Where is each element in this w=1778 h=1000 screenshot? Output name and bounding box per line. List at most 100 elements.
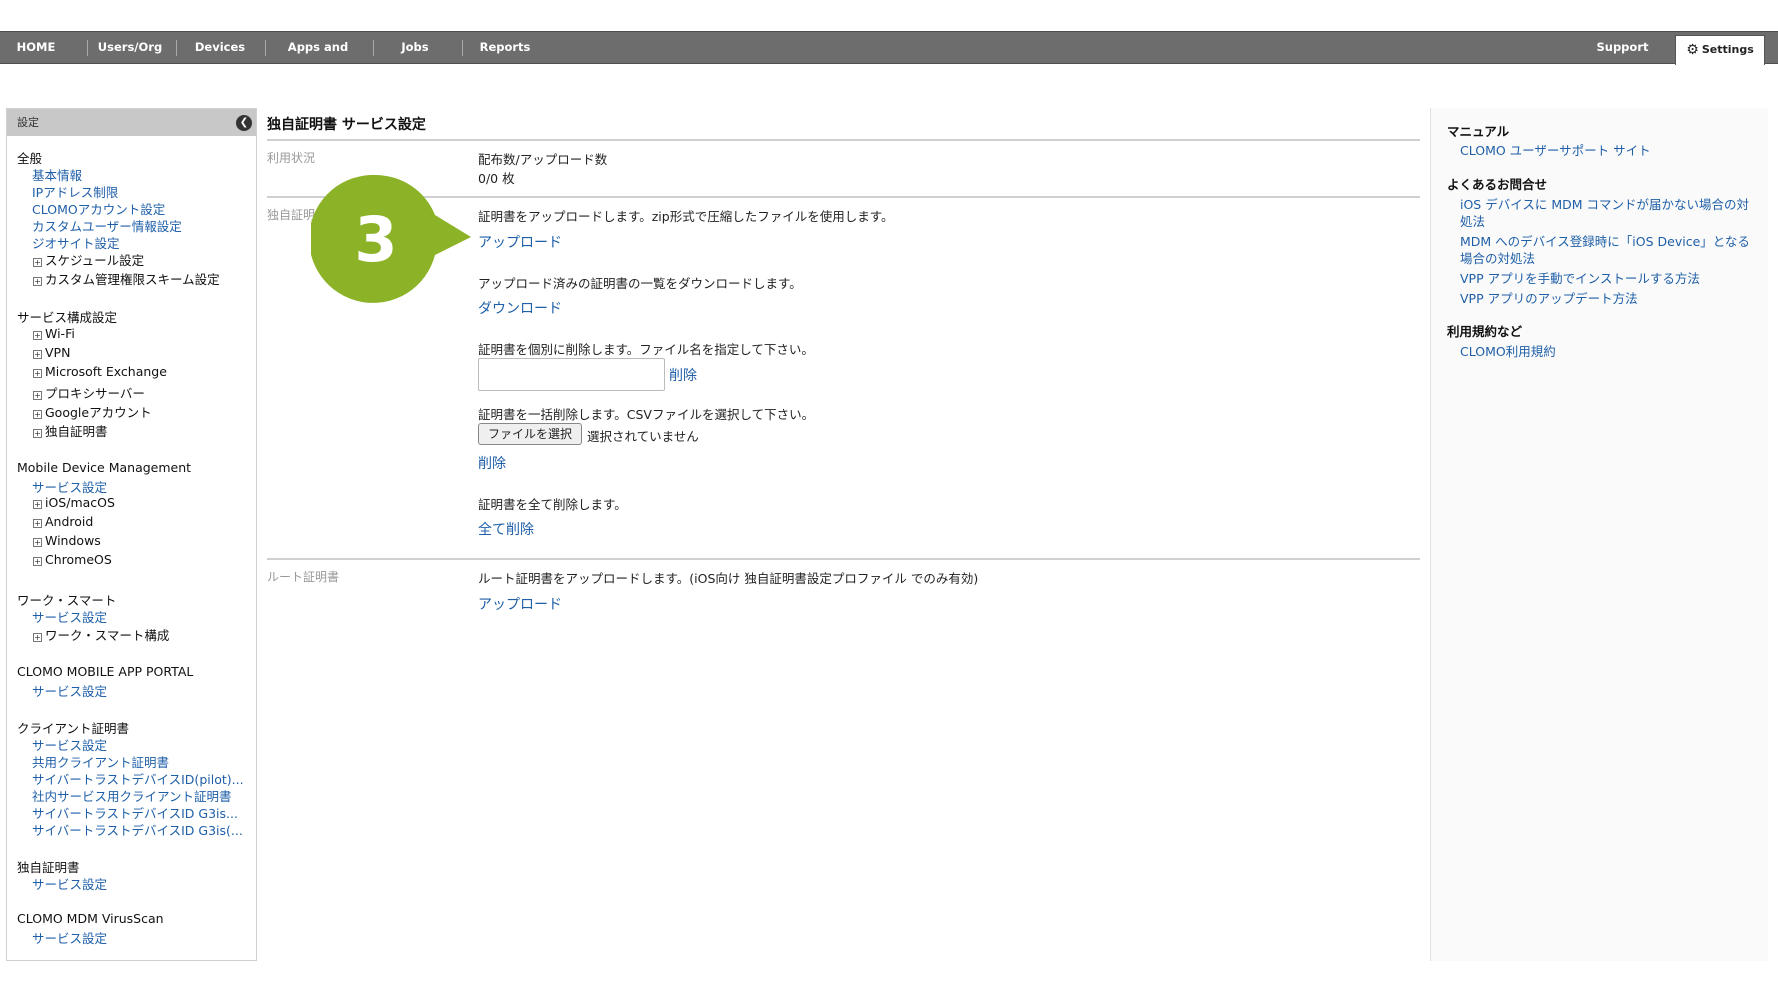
expand-plus-icon: + [33,331,42,340]
sidebar-link-work-smart-service[interactable]: サービス設定 [32,607,107,626]
step-badge-number: 3 [354,203,397,276]
sidebar-item-label: カスタム管理権限スキーム設定 [45,272,220,287]
nav-reports[interactable]: Reports [470,32,540,63]
expand-plus-icon: + [33,410,42,419]
choose-file-button[interactable]: ファイルを選択 [478,423,582,445]
sidebar-link-own-cert-service[interactable]: サービス設定 [32,874,107,893]
nav-users-org[interactable]: Users/Org [90,32,170,63]
sidebar-item-label: ワーク・スマート構成 [45,628,170,643]
sidebar-item-work-smart-config[interactable]: + ワーク・スマート構成 [33,625,169,644]
sidebar-item-label: Android [45,514,94,529]
expand-plus-icon: + [33,538,42,547]
sidebar-item-label: スケジュール設定 [45,253,145,268]
faq-link-mdm-command[interactable]: iOS デバイスに MDM コマンドが届かない場合の対処法 [1460,196,1760,230]
sidebar-item-label: Windows [45,533,101,548]
upload-description: 証明書をアップロードします。zip形式で圧縮したファイルを使用します。 [478,209,894,224]
sidebar-section-app-portal: CLOMO MOBILE APP PORTAL [17,664,194,679]
expand-plus-icon: + [33,258,42,267]
file-status: 選択されていません [587,429,699,444]
delete-all-description: 証明書を全て削除します。 [478,497,627,512]
manual-heading: マニュアル [1447,124,1510,139]
nav-home[interactable]: HOME [0,32,72,63]
nav-apps-and-books[interactable]: Apps and Books [268,32,368,85]
nav-separator [373,40,374,56]
divider [267,139,1420,141]
expand-plus-icon: + [33,633,42,642]
settings-sidebar: 設定 ❮ 全般 基本情報 IPアドレス制限 CLOMOアカウント設定 カスタムユ… [6,108,257,961]
expand-plus-icon: + [33,500,42,509]
root-cert-upload-link[interactable]: アップロード [478,594,562,614]
sidebar-link-virusscan-service[interactable]: サービス設定 [32,928,107,947]
help-panel: マニュアル CLOMO ユーザーサポート サイト よくあるお問合せ iOS デバ… [1430,108,1768,961]
faq-heading: よくあるお問合せ [1447,177,1548,192]
expand-plus-icon: + [33,350,42,359]
delete-single-description: 証明書を個別に削除します。ファイル名を指定して下さい。 [478,342,814,357]
delete-all-link[interactable]: 全て削除 [478,519,534,539]
nav-settings-label: Settings [1701,43,1754,56]
sidebar-item-label: iOS/macOS [45,495,115,510]
sidebar-item-label: ChromeOS [45,552,112,567]
delete-bulk-description: 証明書を一括削除します。CSVファイルを選択して下さい。 [478,407,815,422]
download-link[interactable]: ダウンロード [478,298,562,318]
faq-link-ios-device[interactable]: MDM へのデバイス登録時に「iOS Device」となる場合の対処法 [1460,233,1760,267]
nav-devices[interactable]: Devices [180,32,260,63]
sidebar-link-mdm-service[interactable]: サービス設定 [32,477,107,496]
terms-heading: 利用規約など [1447,324,1523,339]
sidebar-section-virusscan: CLOMO MDM VirusScan [17,911,164,926]
nav-separator [265,40,266,56]
divider [267,558,1420,560]
usage-label: 利用状況 [267,151,316,165]
terms-link[interactable]: CLOMO利用規約 [1460,343,1760,360]
sidebar-item-schedule[interactable]: + スケジュール設定 [33,250,144,269]
sidebar-item-windows[interactable]: + Windows [33,533,101,548]
own-cert-label: 独自証明 [267,208,316,222]
sidebar-item-proxy[interactable]: + プロキシサーバー [33,383,145,402]
sidebar-link-cybertrust-g3is-2[interactable]: サイバートラストデバイスID G3is(... [32,820,243,839]
nav-support[interactable]: Support [1590,32,1655,63]
sidebar-section-service-config: サービス構成設定 [17,310,118,325]
sidebar-item-wifi[interactable]: + Wi-Fi [33,326,75,341]
sidebar-item-exchange[interactable]: + Microsoft Exchange [33,364,167,379]
root-cert-description: ルート証明書をアップロードします。(iOS向け 独自証明書設定プロファイル での… [478,571,979,586]
chevron-left-icon[interactable]: ❮ [236,115,252,131]
delete-bulk-link[interactable]: 削除 [478,453,506,473]
sidebar-title: 設定 [17,116,39,129]
delete-single-link[interactable]: 削除 [669,365,697,385]
page-title: 独自証明書 サービス設定 [267,117,426,133]
sidebar-item-google-account[interactable]: + Googleアカウント [33,402,152,421]
filename-input[interactable] [478,358,665,391]
sidebar-header: 設定 ❮ [7,109,256,136]
root-cert-label: ルート証明書 [267,570,340,584]
sidebar-link-app-portal-service[interactable]: サービス設定 [32,681,107,700]
sidebar-item-own-cert[interactable]: + 独自証明書 [33,421,108,440]
sidebar-item-label: プロキシサーバー [45,386,145,401]
usage-value: 0/0 枚 [478,171,515,186]
sidebar-section-mdm: Mobile Device Management [17,460,192,475]
sidebar-item-label: Wi-Fi [45,326,75,341]
sidebar-item-vpn[interactable]: + VPN [33,345,70,360]
sidebar-item-ios-macos[interactable]: + iOS/macOS [33,495,115,510]
sidebar-item-label: 独自証明書 [45,424,108,439]
gear-icon: ⚙ [1686,42,1699,58]
expand-plus-icon: + [33,277,42,286]
sidebar-item-label: Googleアカウント [45,405,152,420]
nav-separator [87,40,88,56]
faq-link-vpp-update[interactable]: VPP アプリのアップデート方法 [1460,290,1760,307]
sidebar-item-chromeos[interactable]: + ChromeOS [33,552,112,567]
step-number-badge: 3 [311,175,471,303]
download-description: アップロード済みの証明書の一覧をダウンロードします。 [478,276,802,291]
nav-jobs[interactable]: Jobs [380,32,450,63]
faq-link-vpp-install[interactable]: VPP アプリを手動でインストールする方法 [1460,270,1760,287]
nav-settings-tab[interactable]: ⚙ Settings [1675,35,1765,65]
nav-separator [176,40,177,56]
sidebar-item-custom-permission[interactable]: + カスタム管理権限スキーム設定 [33,269,220,288]
expand-plus-icon: + [33,557,42,566]
usage-heading: 配布数/アップロード数 [478,152,608,167]
top-nav-bar: HOME Users/Org Devices Apps and Books Jo… [0,31,1778,85]
sidebar-item-android[interactable]: + Android [33,514,93,529]
expand-plus-icon: + [33,429,42,438]
expand-plus-icon: + [33,519,42,528]
manual-link-support-site[interactable]: CLOMO ユーザーサポート サイト [1460,142,1760,159]
upload-link[interactable]: アップロード [478,232,562,252]
expand-plus-icon: + [33,391,42,400]
